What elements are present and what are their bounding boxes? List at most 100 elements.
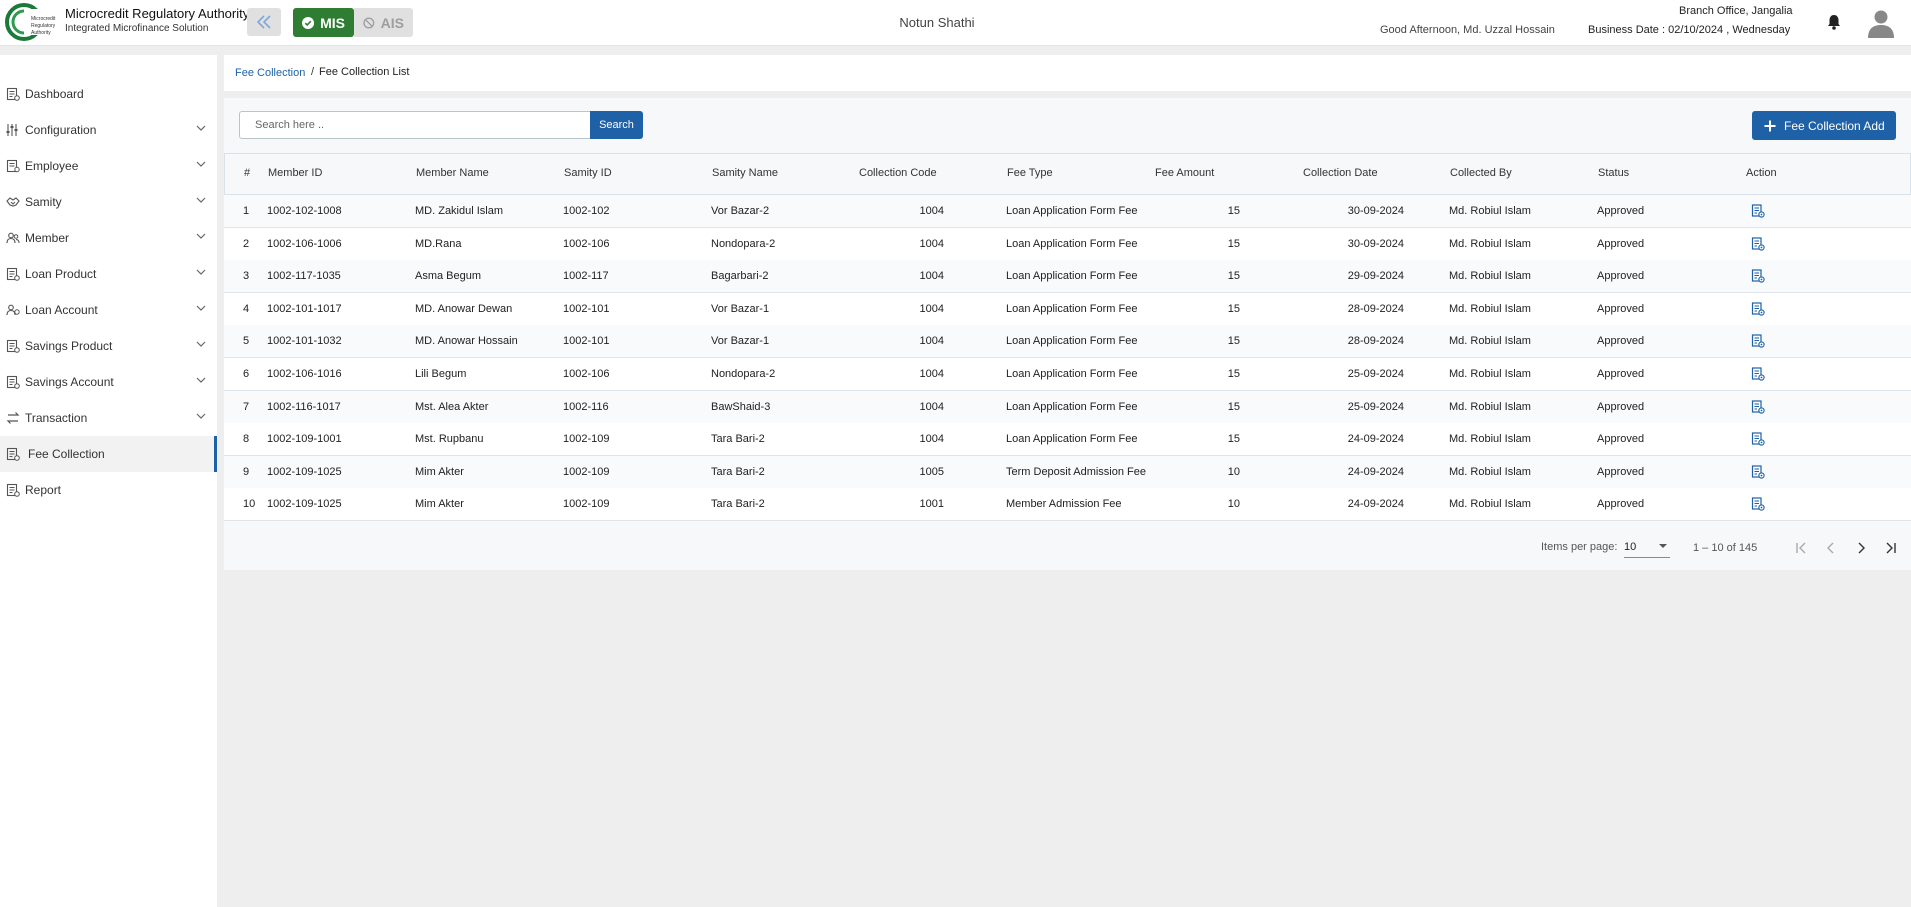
sidebar-item-employee[interactable]: Employee [0,148,217,184]
view-details-icon[interactable] [1751,269,1765,283]
sidebar-item-member[interactable]: Member [0,220,217,256]
sidebar-item-fee-collection[interactable]: Fee Collection [0,436,217,472]
collected-by-cell: Md. Robiul Islam [1449,400,1531,413]
next-page-button[interactable] [1850,537,1872,559]
search-button[interactable]: Search [590,111,643,139]
view-details-icon[interactable] [1751,204,1765,218]
sidebar-item-transaction[interactable]: Transaction [0,400,217,436]
column-header: # [244,167,251,179]
user-avatar-icon[interactable] [1866,8,1896,38]
previous-page-button[interactable] [1820,537,1842,559]
items-per-page-select[interactable]: 10 [1624,538,1670,558]
column-header: Collection Date [1303,167,1378,179]
sidebar-item-report[interactable]: Report [0,472,217,508]
fee-amount-cell: 15 [1227,335,1240,348]
collected-by-cell: Md. Robiul Islam [1449,205,1531,217]
view-details-icon[interactable] [1751,432,1765,446]
column-header: Collected By [1450,167,1512,179]
member-name-cell: Mim Akter [415,498,464,511]
first-page-icon [1796,542,1806,554]
view-details-icon[interactable] [1751,334,1765,349]
status-cell: Approved [1597,205,1645,217]
collection-date-cell: 28-09-2024 [1347,335,1404,348]
column-header: Fee Type [1007,167,1053,179]
fee-amount-cell: 15 [1227,433,1240,446]
dashboard-icon [6,87,20,101]
table-row: 10 1002-109-1025 Mim Akter 1002-109 Tara Bar… [224,488,1911,522]
first-page-button[interactable] [1790,537,1812,559]
fee-type-cell: Member Admission Fee [1006,498,1122,511]
member-id-cell: 1002-101-1017 [267,302,342,315]
sidebar-item-dashboard[interactable]: Dashboard [0,76,217,112]
column-header: Status [1598,167,1630,179]
chevron-down-icon [196,305,206,311]
view-details-icon[interactable] [1751,399,1765,414]
employee-icon [6,159,20,173]
fee-collection-panel: Search Fee Collection Add # Member ID Me… [224,98,1911,570]
breadcrumb-fee-collection-link[interactable]: Fee Collection [235,67,305,79]
sidebar-item-savings-account[interactable]: Savings Account [0,364,217,400]
fee-amount-cell: 15 [1227,270,1240,283]
fee-amount-cell: 15 [1227,302,1240,315]
view-details-icon[interactable] [1751,367,1765,381]
fee-type-cell: Loan Application Form Fee [1006,237,1138,250]
collected-by-cell: Md. Robiul Islam [1449,368,1531,380]
member-id-cell: 1002-109-1025 [267,465,342,478]
collection-code-cell: 1004 [919,433,944,446]
samity-id-cell: 1002-109 [563,498,610,511]
member-name-cell: MD.Rana [415,237,462,250]
collection-code-cell: 1004 [919,400,944,413]
samity-name-cell: Bagarbari-2 [711,270,769,283]
sliders-icon [6,124,18,136]
items-per-page-label: Items per page: [1541,541,1618,553]
document-icon [6,339,20,353]
collection-code-cell: 1004 [919,237,944,250]
collected-by-cell: Md. Robiul Islam [1449,433,1531,446]
member-id-cell: 1002-116-1017 [267,400,341,413]
samity-name-cell: Vor Bazar-1 [711,302,770,315]
collection-date-cell: 24-09-2024 [1347,498,1404,511]
collection-code-cell: 1004 [919,270,944,283]
collection-code-cell: 1005 [919,465,944,478]
notification-bell-icon[interactable] [1827,14,1841,30]
search-input[interactable] [239,111,591,139]
svg-text:Authority: Authority [31,30,51,36]
fee-type-cell: Term Deposit Admission Fee [1006,465,1146,478]
collected-by-cell: Md. Robiul Islam [1449,335,1531,348]
fee-type-cell: Loan Application Form Fee [1006,433,1138,446]
member-name-cell: Mim Akter [415,465,464,478]
sidebar-item-configuration[interactable]: Configuration [0,112,217,148]
fee-amount-cell: 15 [1227,368,1240,380]
view-details-icon[interactable] [1751,236,1765,251]
sidebar-item-loan-account[interactable]: Loan Account [0,292,217,328]
view-details-icon[interactable] [1751,497,1765,512]
sidebar-item-loan-product[interactable]: Loan Product [0,256,217,292]
plus-icon [1764,120,1776,131]
collection-date-cell: 30-09-2024 [1347,237,1404,250]
sidebar-item-label: Fee Collection [28,447,105,461]
report-icon [6,483,20,497]
breadcrumb-current: Fee Collection List [319,66,410,78]
collected-by-cell: Md. Robiul Islam [1449,498,1531,511]
view-details-icon[interactable] [1751,302,1765,316]
fee-amount-cell: 15 [1227,400,1240,413]
top-header: Microcredit Regulatory Authority Microcr… [0,0,1911,46]
handshake-icon [6,197,20,207]
collection-date-cell: 30-09-2024 [1347,205,1404,217]
sidebar-item-savings-product[interactable]: Savings Product [0,328,217,364]
chevron-down-icon [196,413,206,419]
fee-amount-cell: 10 [1227,498,1240,511]
table-header: # Member ID Member Name Samity ID Samity… [224,153,1911,195]
collection-date-cell: 25-09-2024 [1347,368,1404,380]
member-id-cell: 1002-109-1025 [267,498,342,511]
row-number: 4 [243,302,250,315]
last-page-button[interactable] [1880,537,1902,559]
view-details-icon[interactable] [1751,465,1765,479]
fee-collection-add-button[interactable]: Fee Collection Add [1752,111,1896,140]
sidebar-item-samity[interactable]: Samity [0,184,217,220]
sidebar-item-label: Dashboard [25,87,84,101]
document-icon [6,267,20,281]
samity-id-cell: 1002-101 [563,335,610,348]
member-id-cell: 1002-117-1035 [267,270,341,283]
members-icon [6,232,20,244]
